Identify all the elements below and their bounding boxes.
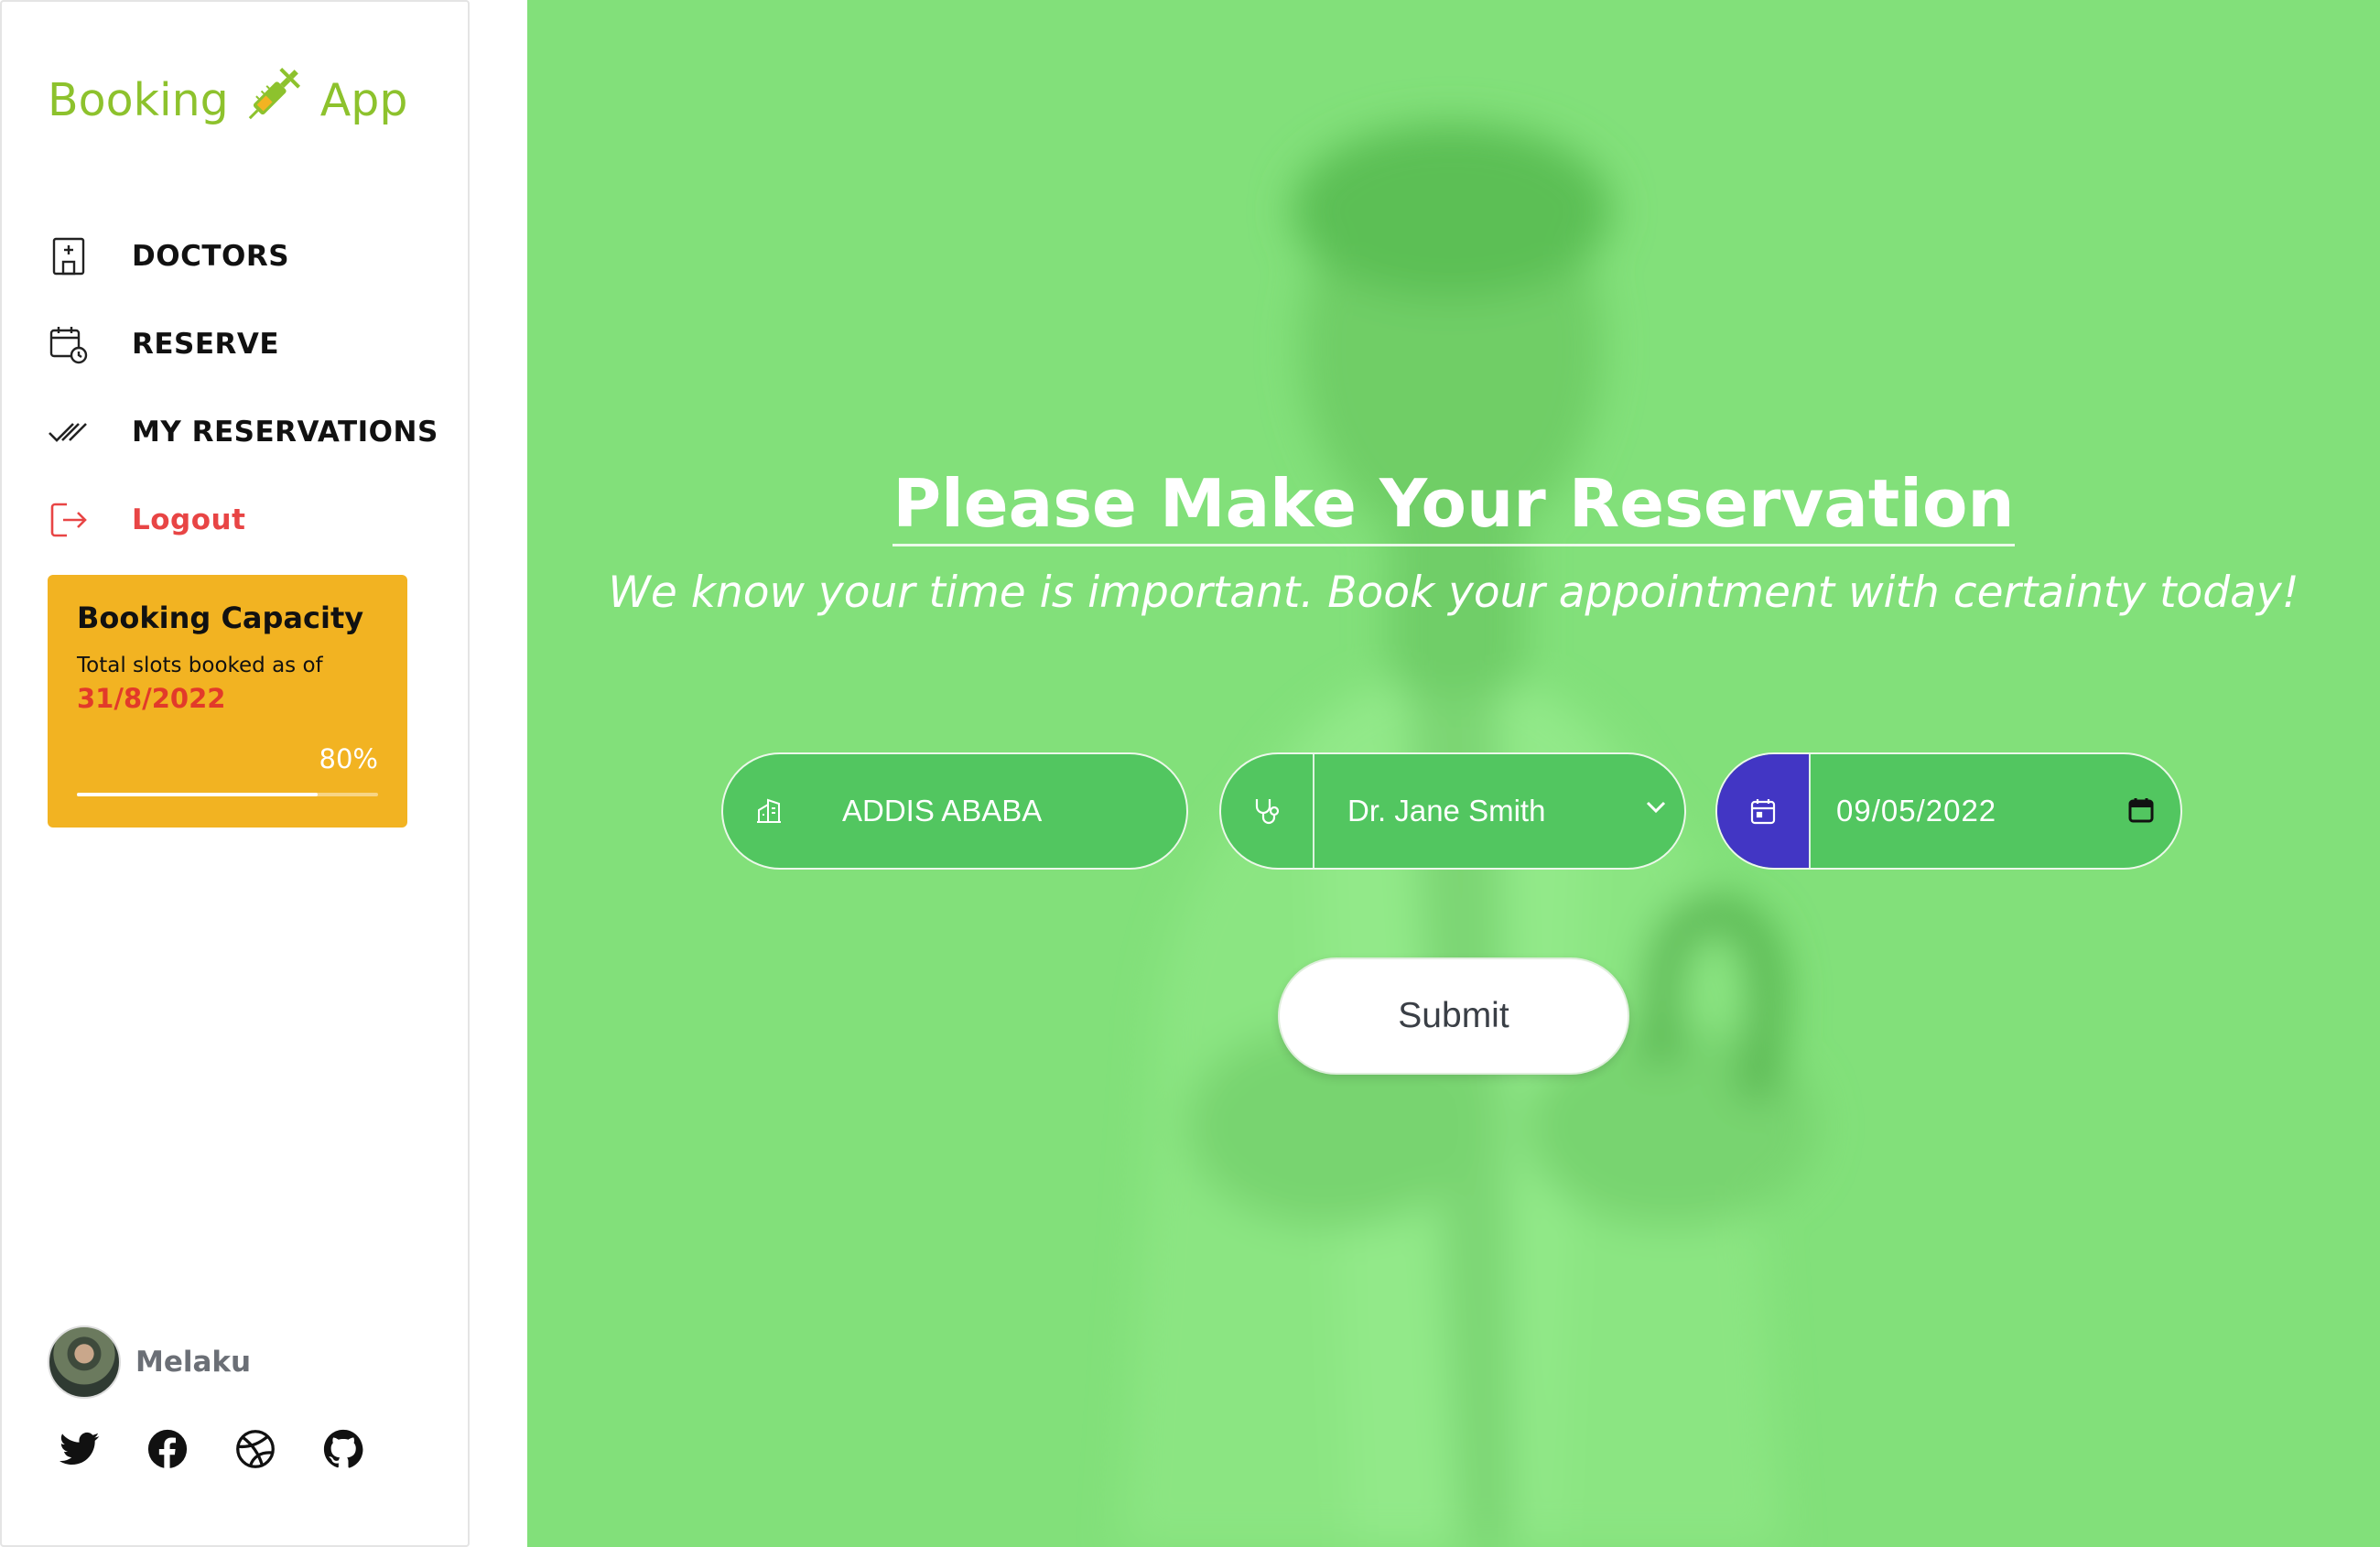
github-icon[interactable] — [322, 1428, 364, 1470]
brand-text-app: App — [319, 73, 408, 126]
field-divider — [1809, 754, 1811, 868]
doctor-select[interactable]: Dr. Jane Smith — [1219, 752, 1686, 870]
date-field[interactable]: 09/05/2022 — [1715, 752, 2182, 870]
submit-button[interactable]: Submit — [1278, 957, 1629, 1075]
facebook-icon[interactable] — [146, 1428, 189, 1470]
stethoscope-icon — [1221, 754, 1313, 868]
user-name: Melaku — [135, 1346, 252, 1379]
nav-label-reserve: RESERVE — [132, 328, 280, 361]
city-value: ADDIS ABABA — [842, 794, 1043, 828]
chevron-down-icon — [1646, 800, 1666, 817]
brand-logo[interactable]: Booking App — [48, 59, 407, 141]
page-subtitle: We know your time is important. Book you… — [608, 568, 2299, 618]
syringe-icon — [238, 59, 309, 141]
dribbble-icon[interactable] — [234, 1428, 276, 1470]
capacity-subtitle: Total slots booked as of — [77, 654, 323, 677]
nav-item-doctors[interactable]: DOCTORS — [48, 212, 450, 300]
capacity-percent: 80% — [319, 743, 378, 774]
sidebar-nav: DOCTORS RESERVE MY RESERVATIONS Logout — [48, 212, 450, 564]
nav-item-my-reservations[interactable]: MY RESERVATIONS — [48, 388, 450, 476]
double-check-icon — [48, 411, 90, 453]
date-value: 09/05/2022 — [1836, 794, 1997, 828]
capacity-progress-fill — [77, 793, 319, 796]
capacity-title: Booking Capacity — [77, 600, 364, 635]
sidebar: Booking App DOCTORS RESERVE MY RESERVATI… — [0, 0, 470, 1547]
reservation-panel: Please Make Your Reservation We know you… — [527, 0, 2380, 1547]
nav-item-logout[interactable]: Logout — [48, 476, 450, 564]
logout-icon — [48, 499, 90, 541]
nav-label-doctors: DOCTORS — [132, 240, 290, 273]
user-profile[interactable]: Melaku — [48, 1325, 251, 1399]
hospital-icon — [48, 235, 90, 277]
calendar-picker-icon[interactable] — [2127, 796, 2155, 828]
calendar-clock-icon — [48, 323, 90, 365]
nav-item-reserve[interactable]: RESERVE — [48, 300, 450, 388]
calendar-icon — [1717, 754, 1809, 868]
city-field[interactable]: ADDIS ABABA — [721, 752, 1188, 870]
nav-label-logout: Logout — [132, 503, 246, 536]
brand-text-booking: Booking — [48, 73, 229, 126]
doctor-value: Dr. Jane Smith — [1347, 794, 1546, 828]
capacity-date: 31/8/2022 — [77, 683, 226, 714]
field-divider — [1313, 754, 1314, 868]
page-title-text: Please Make Your Reservation — [892, 465, 2015, 546]
booking-capacity-card: Booking Capacity Total slots booked as o… — [48, 575, 407, 828]
avatar — [48, 1325, 121, 1399]
nav-label-my-reservations: MY RESERVATIONS — [132, 416, 438, 449]
page-title: Please Make Your Reservation — [527, 465, 2380, 546]
twitter-icon[interactable] — [59, 1428, 101, 1470]
social-links — [59, 1428, 364, 1470]
building-icon — [723, 754, 815, 868]
capacity-progress-track — [77, 793, 378, 796]
